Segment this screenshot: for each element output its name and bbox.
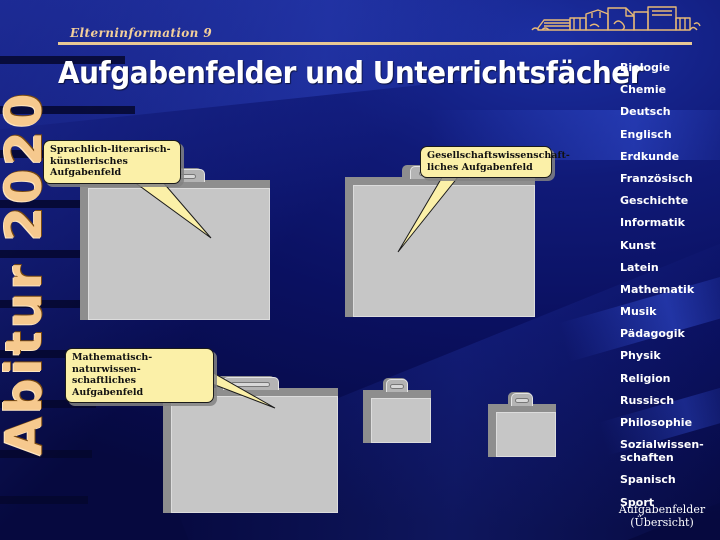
subject-item[interactable]: Pädagogik [620,327,720,340]
callout-bubble: Gesellschaftswissenschaft- liches Aufgab… [420,146,570,178]
subject-item[interactable]: Russisch [620,394,720,407]
briefcase-small-right[interactable] [488,392,556,457]
subject-item[interactable]: Französisch [620,172,720,185]
presentation-eyebrow: Elterninformation 9 [70,26,213,40]
subject-item[interactable]: Mathematik [620,283,720,296]
aufgabenfelder-overview-link[interactable]: Aufgabenfelder (Übersicht) [604,503,720,529]
subject-item[interactable]: Erdkunde [620,150,720,163]
subject-item[interactable]: Biologie [620,61,720,74]
header-divider [58,42,692,45]
subject-item[interactable]: Geschichte [620,194,720,207]
briefcase-body [371,398,431,443]
subject-item[interactable]: Musik [620,305,720,318]
subject-item[interactable]: Sozialwissen- schaften [620,438,720,464]
callout-bubble: Sprachlich-literarisch- künstlerisches A… [43,140,181,184]
background-band [0,450,92,458]
callout-bubble: Mathematisch-naturwissen- schaftliches A… [65,348,214,403]
subject-item[interactable]: Philosophie [620,416,720,429]
subject-item[interactable]: Deutsch [620,105,720,118]
subject-item[interactable]: Englisch [620,128,720,141]
vertical-wordmark: Abitur 2020 [0,90,53,456]
subject-item[interactable]: Chemie [620,83,720,96]
briefcase-handle-icon [386,379,408,392]
callout-tail [397,171,464,253]
background-band [0,106,135,114]
callout-mathematisch[interactable]: Mathematisch-naturwissen- schaftliches A… [65,348,276,409]
briefcase-body [496,412,556,457]
subject-item[interactable]: Kunst [620,239,720,252]
subject-item[interactable]: Physik [620,349,720,362]
briefcase-handle-icon [511,393,533,406]
subject-list: Biologie Chemie Deutsch Englisch Erdkunde Fra… [620,61,720,518]
slide-canvas: Abitur 2020 Elterninformation 9 Aufgaben… [0,0,720,540]
school-building-logo [531,6,701,31]
subject-item[interactable]: Latein [620,261,720,274]
subject-item[interactable]: Spanisch [620,473,720,486]
subject-item[interactable]: Religion [620,372,720,385]
page-title: Aufgabenfelder und Unterrichtsfächer [58,56,644,91]
subject-item[interactable]: Informatik [620,216,720,229]
callout-sprachlich[interactable]: Sprachlich-literarisch- künstlerisches A… [43,140,212,239]
briefcase-small-middle[interactable] [363,378,431,443]
background-band [0,496,88,504]
callout-gesellschaft[interactable]: Gesellschaftswissenschaft- liches Aufgab… [397,146,570,253]
